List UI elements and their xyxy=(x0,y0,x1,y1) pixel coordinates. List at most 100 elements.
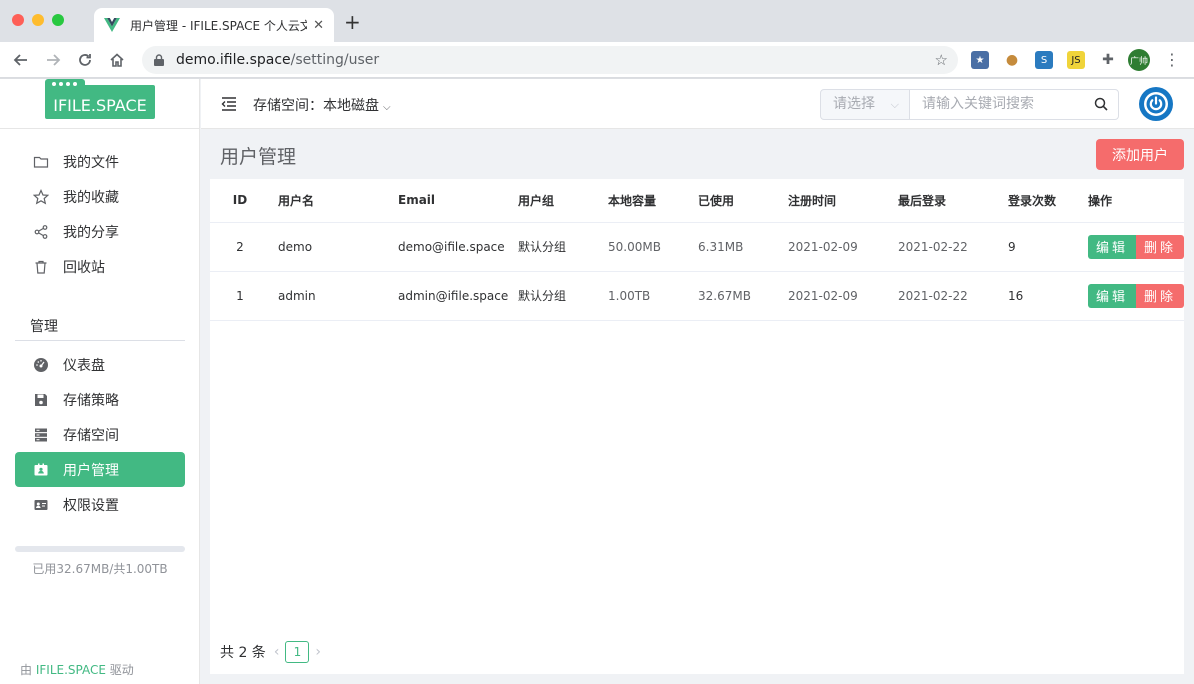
trash-icon xyxy=(33,259,49,275)
collapse-sidebar-icon[interactable] xyxy=(221,96,237,112)
sidebar-item-shares[interactable]: 我的分享 xyxy=(15,214,185,249)
storage-selector[interactable]: 存储空间：本地磁盘 ⌵ xyxy=(253,95,391,115)
storage-label: 存储空间： xyxy=(253,98,323,114)
home-icon[interactable] xyxy=(106,49,128,71)
folder-icon xyxy=(33,154,49,170)
delete-user-button[interactable]: 删除 xyxy=(1136,234,1184,259)
browser-menu-icon[interactable]: ⋮ xyxy=(1164,50,1180,70)
browser-tab[interactable]: 用户管理 - IFILE.SPACE 个人云文件 ✕ xyxy=(94,8,334,42)
cell-used: 6.31MB xyxy=(690,222,780,272)
col-header-username: 用户名 xyxy=(270,179,390,223)
new-tab-button[interactable]: + xyxy=(344,12,361,32)
tab-close-icon[interactable]: ✕ xyxy=(313,18,324,33)
sidebar-item-favorites[interactable]: 我的收藏 xyxy=(15,179,185,214)
sidebar-item-label: 存储策略 xyxy=(63,392,119,409)
cell-email: admin@ifile.space xyxy=(390,271,510,321)
lock-icon xyxy=(154,54,164,66)
cell-last-login: 2021-02-22 xyxy=(890,222,1000,272)
logo-dots xyxy=(52,82,77,86)
profile-avatar[interactable]: 广帅 xyxy=(1128,49,1150,71)
sidebar-item-label: 回收站 xyxy=(63,259,105,276)
vue-logo-icon xyxy=(104,18,120,32)
save-icon xyxy=(33,392,49,408)
url-path: /setting/user xyxy=(290,52,380,68)
tab-title: 用户管理 - IFILE.SPACE 个人云文件 xyxy=(130,18,308,33)
add-user-button[interactable]: 添加用户 xyxy=(1096,139,1184,170)
back-icon[interactable] xyxy=(10,49,32,71)
edit-user-button[interactable]: 编辑 xyxy=(1088,234,1136,259)
logout-power-button[interactable] xyxy=(1139,87,1173,121)
extension-js-icon[interactable]: JS xyxy=(1067,51,1085,69)
address-bar[interactable]: demo.ifile.space/setting/user ☆ xyxy=(142,46,958,74)
extensions-puzzle-icon[interactable]: ✚ xyxy=(1099,51,1117,69)
window-maximize-button[interactable] xyxy=(52,14,64,26)
cell-used: 32.67MB xyxy=(690,271,780,321)
sidebar-item-trash[interactable]: 回收站 xyxy=(15,249,185,284)
sidebar-item-label: 权限设置 xyxy=(63,497,119,514)
edit-user-button[interactable]: 编辑 xyxy=(1088,283,1136,308)
delete-user-button[interactable]: 删除 xyxy=(1136,283,1184,308)
cell-group: 默认分组 xyxy=(510,271,600,321)
sidebar-item-label: 存储空间 xyxy=(63,427,119,444)
table-row: 2 demo demo@ifile.space 默认分组 50.00MB 6.3… xyxy=(210,222,1184,272)
admin-section-title: 管理 xyxy=(15,316,185,341)
table-row: 1 admin admin@ifile.space 默认分组 1.00TB 32… xyxy=(210,271,1184,321)
storage-value: 本地磁盘 xyxy=(323,98,379,114)
storage-usage-text: 已用32.67MB/共1.00TB xyxy=(32,562,168,576)
search-type-placeholder: 请选择 xyxy=(833,96,875,112)
sidebar: IFILE.SPACE 我的文件 我的收藏 我的分享 回收站 管理 仪表盘 存储… xyxy=(0,79,200,684)
window-minimize-button[interactable] xyxy=(32,14,44,26)
cell-login-count: 9 xyxy=(1000,222,1080,272)
col-header-used: 已使用 xyxy=(690,179,780,223)
powered-by: 由 IFILE.SPACE 驱动 xyxy=(20,661,134,678)
pagination: 共 2 条 ‹ 1 › xyxy=(220,641,327,663)
forward-icon[interactable] xyxy=(42,49,64,71)
url-host: demo.ifile.space xyxy=(176,52,291,68)
col-header-registered: 注册时间 xyxy=(780,179,890,223)
id-card-icon xyxy=(33,497,49,513)
cell-login-count: 16 xyxy=(1000,271,1080,321)
logo-text: IFILE.SPACE xyxy=(53,96,147,115)
user-card-icon xyxy=(33,462,49,478)
sidebar-item-storage-space[interactable]: 存储空间 xyxy=(15,417,185,452)
admin-menu: 仪表盘 存储策略 存储空间 用户管理 权限设置 xyxy=(15,347,185,522)
sidebar-item-storage-policy[interactable]: 存储策略 xyxy=(15,382,185,417)
search-input[interactable]: 请输入关键词搜索 xyxy=(909,89,1119,120)
cell-group: 默认分组 xyxy=(510,222,600,272)
pager-page-current[interactable]: 1 xyxy=(285,641,310,663)
user-table: ID 用户名 Email 用户组 本地容量 已使用 注册时间 最后登录 登录次数… xyxy=(210,179,1184,321)
pager-total: 共 2 条 xyxy=(220,645,266,661)
reload-icon[interactable] xyxy=(74,49,96,71)
logo[interactable]: IFILE.SPACE xyxy=(45,85,155,119)
row-action-buttons: 编辑 删除 xyxy=(1088,283,1184,308)
pager-next-icon[interactable]: › xyxy=(315,644,321,660)
extension-s-icon[interactable]: S xyxy=(1035,51,1053,69)
col-header-last-login: 最后登录 xyxy=(890,179,1000,223)
sidebar-item-dashboard[interactable]: 仪表盘 xyxy=(15,347,185,382)
extension-cookie-icon[interactable]: ● xyxy=(1003,51,1021,69)
table-header-row: ID 用户名 Email 用户组 本地容量 已使用 注册时间 最后登录 登录次数… xyxy=(210,179,1184,223)
sidebar-item-label: 我的文件 xyxy=(63,154,119,171)
sidebar-item-permissions[interactable]: 权限设置 xyxy=(15,487,185,522)
search-placeholder: 请输入关键词搜索 xyxy=(922,96,1034,112)
cell-username: demo xyxy=(270,222,390,272)
powered-brand-link[interactable]: IFILE.SPACE xyxy=(36,663,106,677)
search-type-select[interactable]: 请选择 ⌵ xyxy=(820,89,910,120)
sidebar-item-user-management[interactable]: 用户管理 xyxy=(15,452,185,487)
col-header-email: Email xyxy=(390,179,510,223)
cell-username: admin xyxy=(270,271,390,321)
extension-bookmark-icon[interactable]: ★ xyxy=(971,51,989,69)
col-header-login-count: 登录次数 xyxy=(1000,179,1080,223)
sidebar-item-my-files[interactable]: 我的文件 xyxy=(15,144,185,179)
browser-toolbar: demo.ifile.space/setting/user ☆ ★ ● S JS… xyxy=(0,42,1194,78)
bookmark-star-icon[interactable]: ☆ xyxy=(935,51,948,69)
star-icon xyxy=(33,188,49,205)
cell-id: 2 xyxy=(210,222,270,272)
col-header-group: 用户组 xyxy=(510,179,600,223)
pager-prev-icon[interactable]: ‹ xyxy=(274,644,280,660)
col-header-id: ID xyxy=(210,179,270,223)
search-icon[interactable] xyxy=(1094,97,1108,111)
top-header: 存储空间：本地磁盘 ⌵ 请选择 ⌵ 请输入关键词搜索 xyxy=(201,79,1194,129)
window-close-button[interactable] xyxy=(12,14,24,26)
cell-email: demo@ifile.space xyxy=(390,222,510,272)
